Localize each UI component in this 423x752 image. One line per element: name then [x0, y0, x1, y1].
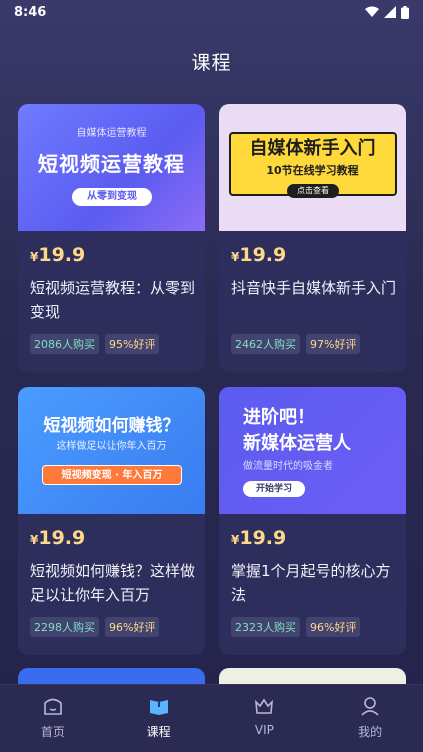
course-price: ¥19.9 [231, 527, 286, 549]
person-icon [361, 697, 379, 716]
course-title: 抖音快手自媒体新手入门 [231, 279, 397, 297]
thumbnail-subtitle: 做流量时代的吸金者 [243, 461, 333, 472]
course-card[interactable]: 自媒体新手入门 10节在线学习教程 点击查看 ¥19.9 抖音快手自媒体新手入门… [219, 104, 406, 372]
page-title: 课程 [191, 52, 232, 74]
course-thumbnail: 短视频如何赚钱？ 这样做足以让你年入百万 短视频变现 · 年入百万 [18, 387, 205, 514]
course-thumbnail: 自媒体新手入门 10节在线学习教程 点击查看 [219, 104, 406, 231]
thumbnail-subtitle: 自媒体运营教程 [76, 128, 147, 139]
thumbnail-badge: 点击查看 [287, 184, 339, 198]
price-value: 19.9 [239, 244, 287, 266]
rating-badge: 95%好评 [105, 334, 160, 354]
tab-courses[interactable]: 课程 [106, 685, 212, 752]
tab-label: 首页 [40, 725, 65, 739]
course-tags: 2323人购买 96%好评 [231, 617, 361, 637]
tab-vip[interactable]: VIP [212, 685, 318, 752]
rating-badge: 97%好评 [306, 334, 361, 354]
wifi-icon [365, 6, 379, 17]
thumbnail-badge: 开始学习 [243, 481, 305, 497]
course-card[interactable]: 自媒体运营教程 短视频运营教程 从零到变现 ¥19.9 短视频运营教程：从零到变… [18, 104, 205, 372]
course-card-peek[interactable] [219, 668, 406, 684]
course-thumbnail: 进阶吧！ 新媒体运营人 做流量时代的吸金者 开始学习 [219, 387, 406, 514]
course-tags: 2086人购买 95%好评 [30, 334, 160, 354]
tab-mine[interactable]: 我的 [317, 685, 423, 752]
thumbnail-title: 短视频运营教程 [38, 152, 185, 176]
tab-label: 我的 [358, 725, 383, 739]
course-price: ¥19.9 [30, 527, 85, 549]
thumbnail-title-line2: 新媒体运营人 [243, 433, 351, 454]
buyers-badge: 2298人购买 [30, 617, 99, 637]
battery-icon [401, 5, 409, 19]
crown-icon [255, 698, 274, 714]
buyers-badge: 2462人购买 [231, 334, 300, 354]
thumbnail-badge: 短视频变现 · 年入百万 [42, 465, 182, 485]
course-title: 短视频运营教程：从零到变现 [30, 279, 196, 321]
thumbnail-title: 自媒体新手入门 [249, 138, 376, 159]
course-title: 短视频如何赚钱？这样做足以让你年入百万 [30, 562, 196, 604]
thumbnail-title: 短视频如何赚钱？ [43, 416, 180, 436]
course-tags: 2298人购买 96%好评 [30, 617, 160, 637]
thumbnail-subtitle: 10节在线学习教程 [266, 164, 359, 177]
tab-label: VIP [254, 723, 274, 737]
course-card[interactable]: 短视频如何赚钱？ 这样做足以让你年入百万 短视频变现 · 年入百万 ¥19.9 … [18, 387, 205, 655]
thumbnail-badge: 从零到变现 [72, 188, 152, 206]
course-price: ¥19.9 [30, 244, 85, 266]
course-tags: 2462人购买 97%好评 [231, 334, 361, 354]
status-bar: 8:46 [0, 0, 423, 24]
tab-label: 课程 [146, 725, 171, 739]
rating-badge: 96%好评 [306, 617, 361, 637]
course-price: ¥19.9 [231, 244, 286, 266]
signal-icon [384, 6, 396, 18]
home-icon [44, 698, 62, 715]
course-card-peek[interactable] [18, 668, 205, 684]
price-value: 19.9 [38, 244, 86, 266]
status-time: 8:46 [14, 4, 47, 20]
thumbnail-subtitle: 这样做足以让你年入百万 [56, 441, 167, 452]
tab-home[interactable]: 首页 [0, 685, 106, 752]
course-thumbnail: 自媒体运营教程 短视频运营教程 从零到变现 [18, 104, 205, 231]
price-value: 19.9 [38, 527, 86, 549]
bottom-tab-bar: 首页 课程 VIP 我的 [0, 684, 423, 752]
thumbnail-title: 进阶吧！ [243, 407, 315, 428]
course-card[interactable]: 进阶吧！ 新媒体运营人 做流量时代的吸金者 开始学习 ¥19.9 掌握1个月起号… [219, 387, 406, 655]
buyers-badge: 2323人购买 [231, 617, 300, 637]
book-icon [149, 700, 168, 715]
rating-badge: 96%好评 [105, 617, 160, 637]
course-title: 掌握1个月起号的核心方法 [231, 562, 391, 604]
buyers-badge: 2086人购买 [30, 334, 99, 354]
status-icons [365, 5, 409, 19]
price-value: 19.9 [239, 527, 287, 549]
